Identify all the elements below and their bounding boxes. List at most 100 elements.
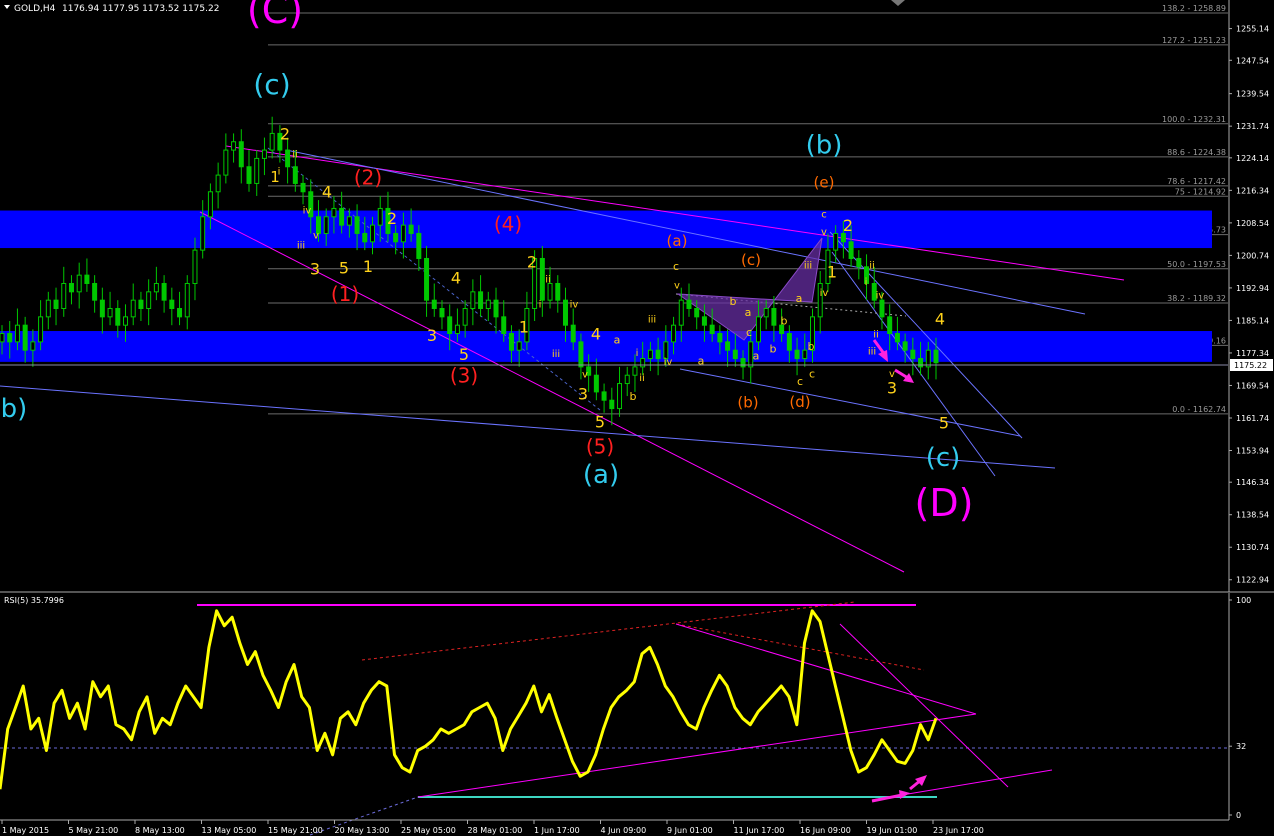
price-tick-label: 1255.14 (1236, 25, 1269, 34)
candle-body (462, 308, 468, 326)
price-tick-label: 1208.54 (1236, 219, 1269, 228)
candle-body (516, 341, 522, 351)
candle-body (184, 282, 190, 318)
price-tick-label: 1185.14 (1236, 316, 1269, 325)
candle-body (701, 316, 707, 326)
time-tick-label: 19 Jun 01:00 (867, 826, 918, 835)
wave-label: (4) (494, 212, 522, 236)
candle-body (0, 333, 5, 343)
price-tick-label: 1146.34 (1236, 478, 1269, 487)
wave-label: a (753, 349, 760, 362)
wave-label: 3 (310, 259, 320, 278)
wave-label: iii (552, 349, 560, 360)
candle-body (169, 299, 175, 310)
wave-label: v (582, 370, 588, 381)
time-tick-label: 1 May 2015 (2, 826, 49, 835)
candle-body (377, 207, 383, 226)
candle-body (485, 299, 491, 310)
candle-body (331, 207, 337, 218)
candle-body (501, 316, 507, 335)
wave-label: (c) (926, 443, 961, 473)
wave-label: iv (876, 291, 885, 302)
wave-label: 3 (578, 384, 588, 403)
candle-body (269, 132, 275, 151)
candle-body (856, 257, 862, 268)
ohlc-values: 1176.94 1177.95 1173.52 1175.22 (62, 4, 219, 14)
candle-body (647, 349, 653, 360)
wave-label: (5) (586, 435, 614, 459)
candle-body (686, 299, 692, 310)
wave-label: (b) (806, 130, 843, 160)
wave-label: 1 (519, 318, 529, 337)
candle-body (254, 157, 260, 184)
candle-body (678, 299, 684, 326)
time-tick-label: 23 Jun 17:00 (933, 826, 984, 835)
wave-label: a (614, 334, 621, 347)
candle-body (146, 291, 152, 310)
candle-body (694, 308, 700, 318)
wave-label: 2 (527, 253, 537, 272)
wave-label: 4 (322, 183, 332, 202)
candle-body (408, 224, 414, 234)
candle-body (14, 324, 20, 343)
wave-label: iii (804, 260, 812, 271)
wave-label: ii (292, 150, 298, 161)
candle-body (431, 299, 437, 310)
wave-label: c (673, 260, 679, 273)
price-tick-label: 1169.54 (1236, 381, 1269, 390)
wave-label: v (821, 227, 827, 238)
wave-label: 2 (387, 209, 397, 228)
fib-level-label: 138.2 - 1258.89 (1162, 4, 1226, 13)
wave-label: iv (820, 288, 829, 299)
price-tick-label: 1247.54 (1236, 56, 1269, 65)
wave-label: c (797, 375, 803, 388)
candle-body (215, 174, 221, 193)
chart-background (0, 0, 1274, 836)
candle-body (624, 374, 630, 385)
price-tick-label: 1200.74 (1236, 251, 1269, 260)
rsi-tick-label: 32 (1236, 742, 1246, 751)
candle-body (493, 299, 499, 318)
candle-body (246, 166, 252, 184)
candle-body (609, 399, 615, 410)
candle-body (362, 232, 368, 243)
candle-body (416, 232, 422, 259)
candle-body (45, 299, 51, 318)
wave-label: (e) (814, 174, 835, 192)
wave-label: b (781, 314, 788, 327)
wave-label: c (809, 368, 815, 381)
fib-level-label: 0.0 - 1162.74 (1172, 405, 1226, 414)
wave-label: 5 (595, 413, 605, 432)
wave-label: i (865, 277, 868, 288)
time-tick-label: 25 May 05:00 (401, 826, 456, 835)
candle-body (725, 341, 731, 351)
candle-body (30, 341, 36, 351)
candle-body (655, 349, 661, 360)
candle-body (439, 308, 445, 318)
wave-label: 3 (427, 326, 437, 345)
candle-body (400, 224, 406, 243)
candle-body (346, 216, 352, 226)
candle-body (223, 149, 229, 176)
rsi-tick-label: 100 (1236, 596, 1251, 605)
time-tick-label: 16 Jun 09:00 (800, 826, 851, 835)
candle-body (925, 349, 931, 368)
wave-label: (2) (354, 165, 382, 189)
wave-label: v (889, 369, 895, 380)
wave-label: a (745, 306, 752, 319)
candle-body (285, 149, 291, 168)
candle-body (617, 383, 623, 410)
wave-label: iii (648, 315, 656, 326)
wave-label: v (674, 280, 680, 291)
time-tick-label: 4 Jun 09:00 (601, 826, 647, 835)
price-tick-label: 1239.54 (1236, 90, 1269, 99)
candle-body (640, 358, 646, 368)
candle-body (153, 282, 159, 293)
candle-body (200, 216, 206, 251)
wave-label: 5 (939, 414, 949, 433)
wave-label: a (698, 354, 705, 367)
candle-body (292, 166, 298, 184)
wave-label: iii (297, 240, 305, 251)
wave-label: b (730, 295, 737, 308)
candle-body (763, 308, 769, 318)
